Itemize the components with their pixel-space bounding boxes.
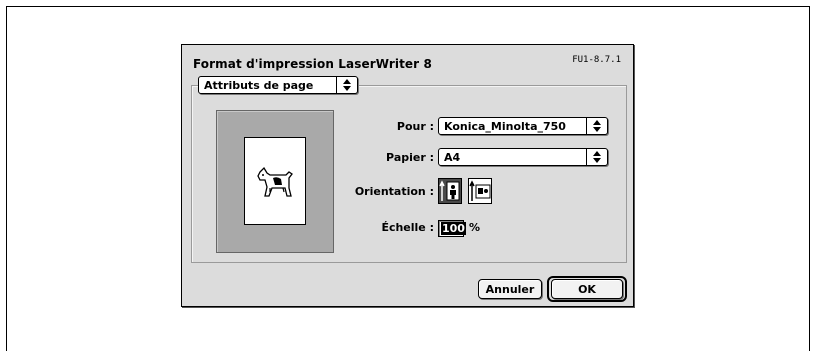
up-down-arrows-icon [336, 77, 357, 93]
section-popup[interactable]: Attributs de page [198, 76, 358, 94]
printer-popup[interactable]: Konica_Minolta_750 [438, 117, 608, 135]
scale-input[interactable]: 100 [438, 220, 466, 237]
page-preview [216, 110, 334, 253]
orientation-label: Orientation : [354, 185, 434, 198]
echelle-label: Échelle : [381, 221, 434, 234]
ok-button[interactable]: OK [551, 279, 623, 299]
portrait-orientation-button[interactable] [438, 178, 462, 204]
up-down-arrows-icon [586, 149, 607, 165]
scale-value: 100 [441, 222, 466, 235]
version-label: FU1-8.7.1 [572, 55, 621, 65]
paper-preview [244, 137, 306, 225]
landscape-orientation-button[interactable] [468, 178, 492, 204]
paper-popup[interactable]: A4 [438, 148, 608, 166]
landscape-orientation-icon [469, 180, 491, 201]
dialog-title: Format d'impression LaserWriter 8 [193, 57, 432, 71]
up-down-arrows-icon [586, 118, 607, 134]
paper-popup-value: A4 [444, 151, 461, 164]
section-popup-value: Attributs de page [204, 79, 314, 92]
cancel-button[interactable]: Annuler [478, 279, 542, 299]
portrait-orientation-icon [439, 180, 460, 201]
printer-popup-value: Konica_Minolta_750 [444, 120, 566, 133]
page-setup-dialog: Format d'impression LaserWriter 8 FU1-8.… [181, 44, 634, 307]
pour-label: Pour : [396, 120, 434, 133]
default-button-ring: OK [547, 276, 627, 302]
dogcow-icon [257, 166, 293, 197]
scale-unit: % [469, 221, 481, 234]
papier-label: Papier : [386, 151, 434, 164]
